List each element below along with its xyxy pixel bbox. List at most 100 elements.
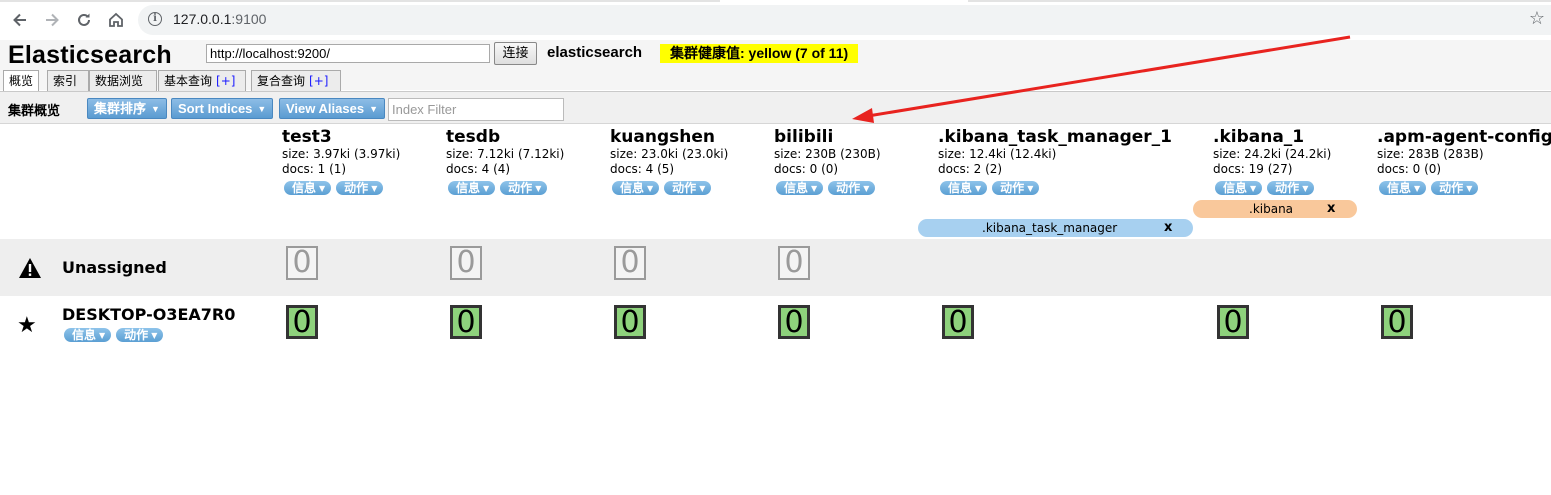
unassigned-shard[interactable]: 0: [286, 246, 318, 280]
pill-label: 信息: [1387, 181, 1412, 195]
button-label: 集群排序: [94, 101, 147, 116]
pill-label: 动作: [124, 328, 149, 342]
site-info-icon[interactable]: i: [148, 12, 162, 26]
tab-basic-query[interactable]: 基本查询 [+]: [158, 70, 246, 91]
chevron-down-icon: ▼: [319, 184, 326, 193]
index-header: tesdb size: 7.12ki (7.12ki) docs: 4 (4): [446, 127, 564, 177]
master-star-icon: ★: [17, 313, 37, 338]
index-docs: docs: 1 (1): [282, 162, 347, 176]
primary-shard[interactable]: 0: [942, 305, 974, 339]
info-menu-button[interactable]: 信息 ▼: [1379, 181, 1427, 195]
unassigned-shard[interactable]: 0: [778, 246, 810, 280]
info-menu-button[interactable]: 信息 ▼: [448, 181, 496, 195]
tab-overview[interactable]: 概览: [3, 70, 39, 92]
action-menu-button[interactable]: 动作 ▼: [664, 181, 712, 195]
index-docs: docs: 0 (0): [774, 162, 839, 176]
chevron-down-icon: ▼: [1466, 184, 1473, 193]
index-header: bilibili size: 230B (230B) docs: 0 (0): [774, 127, 881, 177]
view-aliases-button[interactable]: View Aliases ▼: [279, 98, 385, 119]
bookmark-star-icon[interactable]: ☆: [1529, 8, 1545, 29]
index-size: size: 283B (283B): [1377, 147, 1484, 161]
url-text[interactable]: 127.0.0.1:9100: [173, 11, 266, 27]
primary-shard[interactable]: 0: [286, 305, 318, 339]
action-menu-button[interactable]: 动作 ▼: [1267, 181, 1315, 195]
pill-label: 信息: [292, 181, 317, 195]
alias-kibana-task-manager[interactable]: .kibana_task_manager x: [918, 219, 1193, 237]
cluster-url-input[interactable]: http://localhost:9200/: [206, 44, 490, 63]
unassigned-row: [0, 239, 1551, 296]
unassigned-shard[interactable]: 0: [614, 246, 646, 280]
primary-shard[interactable]: 0: [614, 305, 646, 339]
index-size: size: 24.2ki (24.2ki): [1213, 147, 1332, 161]
tab-add-link[interactable]: [+]: [216, 74, 235, 88]
action-menu-button[interactable]: 动作 ▼: [992, 181, 1040, 195]
action-menu-button[interactable]: 动作 ▼: [116, 328, 164, 342]
index-docs: docs: 19 (27): [1213, 162, 1293, 176]
index-menu-row: 信息 ▼ 动作 ▼: [284, 181, 388, 195]
index-name[interactable]: .kibana_1: [1213, 127, 1331, 147]
tab-strip-edge: [968, 0, 1551, 2]
tab-strip-edge: [0, 0, 720, 2]
pill-label: 信息: [620, 181, 645, 195]
action-menu-button[interactable]: 动作 ▼: [1431, 181, 1479, 195]
connect-button[interactable]: 连接: [494, 42, 537, 65]
index-menu-row: 信息 ▼ 动作 ▼: [1379, 181, 1483, 195]
primary-shard[interactable]: 0: [450, 305, 482, 339]
home-icon[interactable]: [105, 9, 127, 31]
unassigned-shard[interactable]: 0: [450, 246, 482, 280]
tab-indices[interactable]: 索引: [47, 70, 89, 91]
index-header: test3 size: 3.97ki (3.97ki) docs: 1 (1): [282, 127, 400, 177]
primary-shard[interactable]: 0: [1217, 305, 1249, 339]
chevron-down-icon: ▼: [151, 331, 158, 340]
tab-label: 复合查询: [257, 74, 306, 88]
chevron-down-icon: ▼: [99, 331, 106, 340]
info-menu-button[interactable]: 信息 ▼: [940, 181, 988, 195]
info-menu-button[interactable]: 信息 ▼: [776, 181, 824, 195]
action-menu-button[interactable]: 动作 ▼: [828, 181, 876, 195]
info-menu-button[interactable]: 信息 ▼: [612, 181, 660, 195]
index-menu-row: 信息 ▼ 动作 ▼: [1215, 181, 1319, 195]
chevron-down-icon: ▼: [699, 184, 706, 193]
index-size: size: 3.97ki (3.97ki): [282, 147, 401, 161]
index-name[interactable]: test3: [282, 127, 400, 147]
tab-add-link[interactable]: [+]: [309, 74, 328, 88]
sort-indices-button[interactable]: Sort Indices ▼: [171, 98, 274, 119]
sort-cluster-button[interactable]: 集群排序 ▼: [87, 98, 167, 119]
info-menu-button[interactable]: 信息 ▼: [1215, 181, 1263, 195]
back-icon[interactable]: [9, 9, 31, 31]
index-filter-input[interactable]: Index Filter: [388, 98, 564, 121]
index-header: .apm-agent-configu size: 283B (283B) doc…: [1377, 127, 1551, 177]
tab-compound-query[interactable]: 复合查询 [+]: [251, 70, 341, 91]
primary-shard[interactable]: 0: [1381, 305, 1413, 339]
index-size: size: 23.0ki (23.0ki): [610, 147, 729, 161]
tab-browser[interactable]: 数据浏览: [89, 70, 157, 91]
info-menu-button[interactable]: 信息 ▼: [284, 181, 332, 195]
address-bar[interactable]: i 127.0.0.1:9100 ☆: [138, 5, 1551, 35]
chevron-down-icon: ▼: [647, 184, 654, 193]
reload-icon[interactable]: [73, 9, 95, 31]
index-name[interactable]: kuangshen: [610, 127, 728, 147]
alias-kibana[interactable]: .kibana x: [1193, 200, 1357, 218]
primary-shard[interactable]: 0: [778, 305, 810, 339]
index-name[interactable]: bilibili: [774, 127, 881, 147]
node-name: DESKTOP-O3EA7R0: [62, 305, 236, 324]
index-name[interactable]: tesdb: [446, 127, 564, 147]
action-menu-button[interactable]: 动作 ▼: [500, 181, 548, 195]
alias-remove-icon[interactable]: x: [1327, 200, 1335, 218]
index-menu-row: 信息 ▼ 动作 ▼: [448, 181, 552, 195]
warning-icon: [18, 257, 42, 283]
pill-label: 信息: [948, 181, 973, 195]
chevron-down-icon: ▼: [1027, 184, 1034, 193]
action-menu-button[interactable]: 动作 ▼: [336, 181, 384, 195]
index-name[interactable]: .kibana_task_manager_1: [938, 127, 1172, 147]
forward-icon[interactable]: [41, 9, 63, 31]
toolbar-title: 集群概览: [8, 104, 61, 119]
index-name[interactable]: .apm-agent-configu: [1377, 127, 1551, 147]
alias-label: .kibana_task_manager: [982, 221, 1118, 235]
info-menu-button[interactable]: 信息 ▼: [64, 328, 112, 342]
index-header: .kibana_1 size: 24.2ki (24.2ki) docs: 19…: [1213, 127, 1331, 177]
tab-label: 基本查询: [164, 74, 213, 88]
overview-toolbar: 集群概览 集群排序 ▼ Sort Indices ▼ View Aliases ▼ I…: [0, 91, 1551, 124]
alias-remove-icon[interactable]: x: [1164, 219, 1172, 237]
index-menu-row: 信息 ▼ 动作 ▼: [776, 181, 880, 195]
